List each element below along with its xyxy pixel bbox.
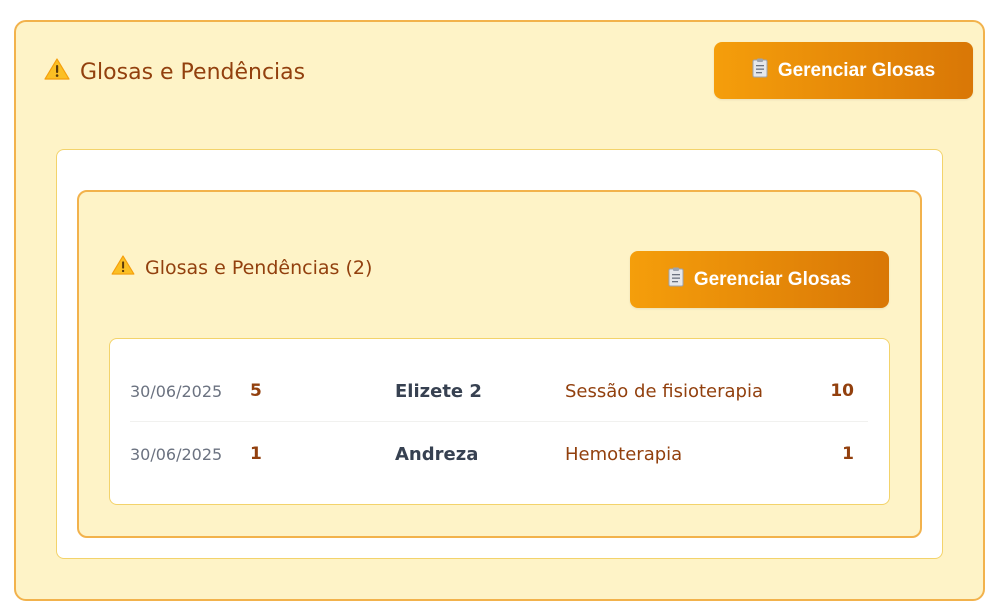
warning-icon [44, 58, 70, 86]
inner-title-text: Glosas e Pendências (2) [145, 256, 373, 279]
manage-glosas-button[interactable]: Gerenciar Glosas [714, 42, 973, 99]
clipboard-icon [752, 58, 768, 84]
row-qty: 5 [250, 381, 262, 401]
manage-glosas-button-inner[interactable]: Gerenciar Glosas [630, 251, 889, 308]
outer-title-text: Glosas e Pendências [80, 59, 306, 85]
warning-icon [111, 255, 135, 280]
row-procedure: Hemoterapia [565, 443, 683, 465]
inner-title-row: Glosas e Pendências (2) [111, 255, 372, 280]
row-patient-name: Andreza [395, 443, 479, 465]
row-procedure: Sessão de fisioterapia [565, 380, 763, 402]
manage-glosas-label: Gerenciar Glosas [777, 59, 936, 81]
outer-header: Glosas e Pendências Gerenciar Glosas [44, 42, 973, 100]
inner-panel-content: Glosas e Pendências (2) Gerenciar Glosas… [78, 191, 923, 539]
row-value: 10 [830, 381, 854, 401]
outer-title: Glosas e Pendências [44, 58, 305, 86]
table-row[interactable]: 30/06/2025 1 Andreza Hemoterapia 1 [130, 423, 868, 485]
row-patient-name: Elizete 2 [395, 380, 482, 402]
row-qty: 1 [250, 444, 262, 464]
row-date: 30/06/2025 [130, 381, 223, 401]
clipboard-icon [668, 267, 684, 293]
row-value: 1 [842, 444, 854, 464]
row-date: 30/06/2025 [130, 444, 223, 464]
manage-glosas-inner-label: Gerenciar Glosas [693, 268, 852, 290]
table-row[interactable]: 30/06/2025 5 Elizete 2 Sessão de fisiote… [130, 360, 868, 422]
glosas-table: 30/06/2025 5 Elizete 2 Sessão de fisiote… [109, 338, 890, 505]
